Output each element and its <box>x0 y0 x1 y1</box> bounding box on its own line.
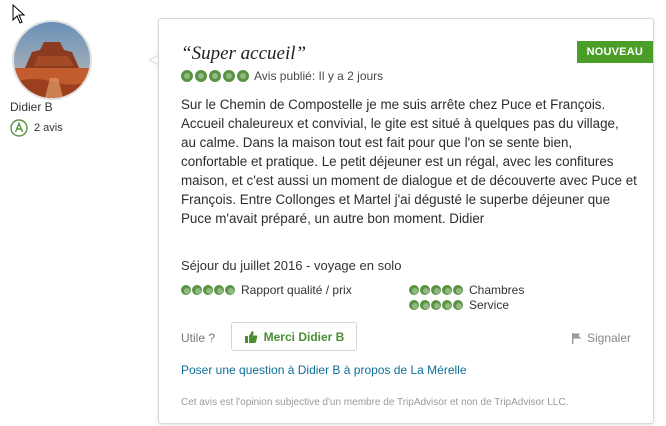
rating-bubble <box>409 285 419 295</box>
thank-reviewer-button[interactable]: Merci Didier B <box>231 322 357 351</box>
sub-rating-bubbles <box>409 285 463 295</box>
sub-rating-label: Rapport qualité / prix <box>241 283 352 297</box>
rating-bubble <box>453 285 463 295</box>
rating-bubble <box>223 70 235 82</box>
rating-bubble <box>442 300 452 310</box>
review-title[interactable]: “Super accueil” <box>181 43 306 65</box>
cursor-icon <box>12 4 26 24</box>
rating-bubble <box>420 300 430 310</box>
rating-bubble <box>195 70 207 82</box>
sub-rating-bubbles <box>409 300 463 310</box>
helpful-label: Utile ? <box>181 331 216 345</box>
rating-bubble <box>453 300 463 310</box>
stay-info: Séjour du juillet 2016 - voyage en solo <box>181 258 402 273</box>
published-date: Avis publié: Il y a 2 jours <box>254 69 384 83</box>
rating-bubble <box>431 300 441 310</box>
new-badge: NOUVEAU <box>576 41 653 63</box>
rating-bubble <box>420 285 430 295</box>
bubble-rating <box>181 70 249 82</box>
sub-rating-label: Service <box>469 298 510 312</box>
sub-ratings: Rapport qualité / prix Chambres Service <box>181 283 641 317</box>
rating-bubble <box>214 285 224 295</box>
rating-bubble <box>409 300 419 310</box>
reviewer-name[interactable]: Didier B <box>10 100 53 114</box>
disclaimer: Cet avis est l'opinion subjective d'un m… <box>181 397 569 408</box>
ask-question-link[interactable]: Poser une question à Didier B à propos d… <box>181 363 467 377</box>
sub-rating-value: Rapport qualité / prix <box>181 283 352 297</box>
rating-bubble <box>192 285 202 295</box>
report-label: Signaler <box>586 331 631 345</box>
rating-bubble <box>237 70 249 82</box>
sub-rating-label: Chambres <box>469 283 525 297</box>
review-card: NOUVEAU “Super accueil” Avis publié: Il … <box>158 18 654 424</box>
rating-bubble <box>442 285 452 295</box>
rating-bubble <box>209 70 221 82</box>
flag-icon <box>571 333 582 344</box>
review-count-label: 2 avis <box>34 122 63 134</box>
thumbs-up-icon <box>244 330 257 343</box>
rating-bubble <box>181 285 191 295</box>
review-rating-row: Avis publié: Il y a 2 jours <box>181 69 383 83</box>
rating-bubble <box>181 70 193 82</box>
sub-rating-service: Service <box>409 298 509 312</box>
sub-rating-bubbles <box>181 285 235 295</box>
rating-bubble <box>203 285 213 295</box>
rating-bubble <box>431 285 441 295</box>
reviewer-review-count[interactable]: 2 avis <box>10 119 63 137</box>
avatar[interactable] <box>12 20 92 100</box>
report-link[interactable]: Signaler <box>571 331 631 345</box>
thank-button-label: Merci Didier B <box>263 329 345 344</box>
sub-rating-rooms: Chambres <box>409 283 524 297</box>
rating-bubble <box>225 285 235 295</box>
reviewer-badge-icon <box>10 119 28 137</box>
review-body: Sur le Chemin de Compostelle je me suis … <box>181 97 637 226</box>
